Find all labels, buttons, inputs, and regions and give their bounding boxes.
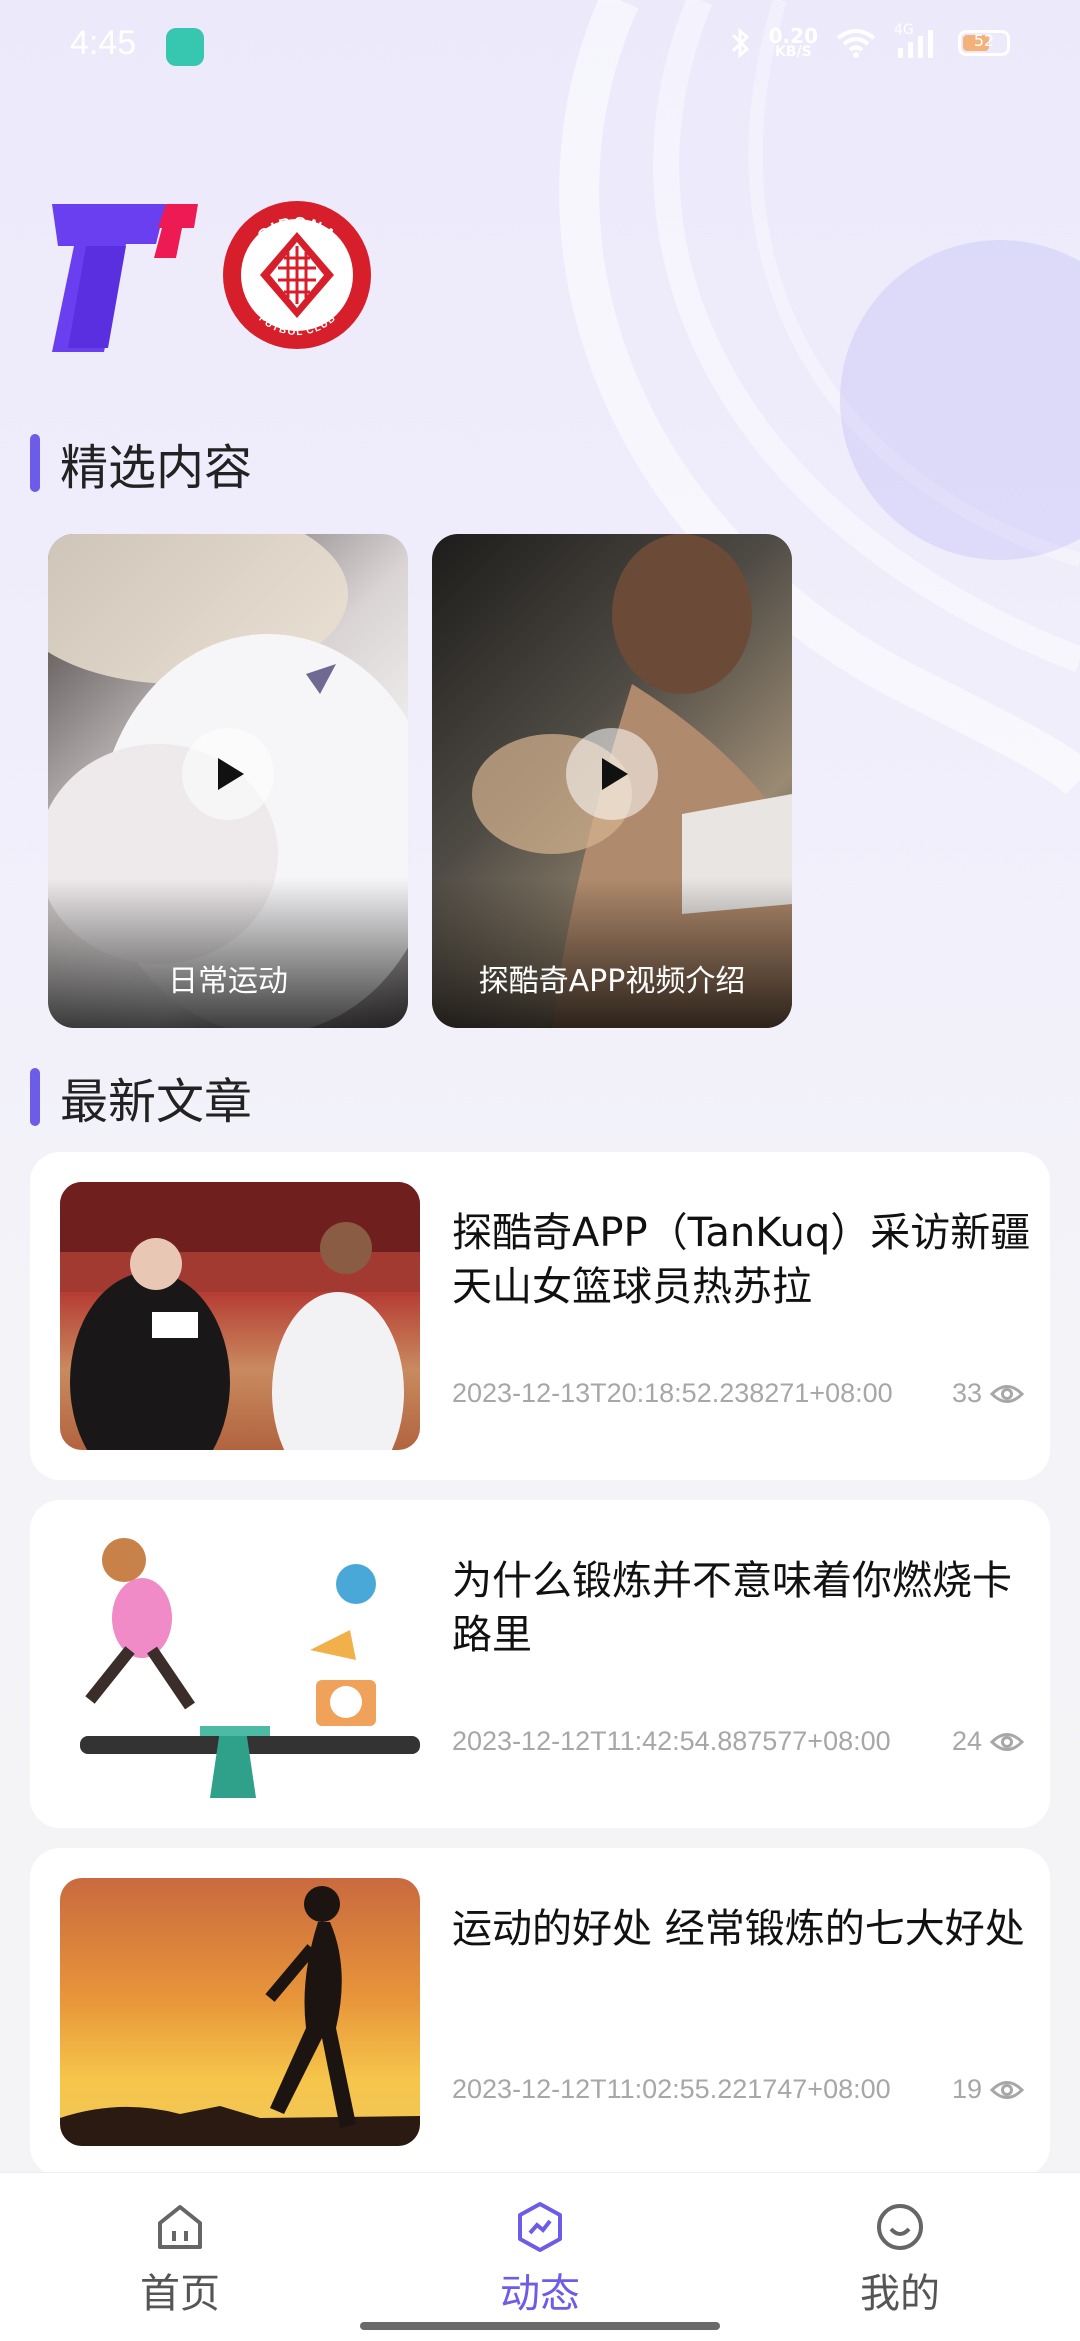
articles-section-title: 最新文章: [60, 1074, 253, 1130]
article-title: 运动的好处 经常锻炼的七大好处: [452, 1906, 1025, 1952]
smile-icon: [877, 2204, 923, 2250]
play-icon: [602, 758, 628, 790]
status-icons: 0.20 KB/S 4G 52: [729, 22, 1010, 60]
section-accent-bar: [30, 434, 40, 492]
article-timestamp: 2023-12-12T11:02:55.221747+08:00: [452, 2074, 891, 2104]
featured-section-title: 精选内容: [60, 440, 253, 496]
nav-mine[interactable]: 我的: [800, 2201, 1000, 2319]
girona-fc-logo: GIRONA FUTBOL CLUB: [223, 201, 371, 349]
article-views: 33: [952, 1378, 1024, 1409]
article-views: 19: [952, 2074, 1024, 2105]
status-bar: 4:45 0.20 KB/S 4G 52: [0, 0, 1080, 96]
section-accent-bar: [30, 1068, 40, 1126]
article-views: 24: [952, 1726, 1024, 1757]
nav-mine-label: 我的: [860, 2271, 940, 2317]
video-card-app-intro[interactable]: 探酷奇APP视频介绍: [432, 534, 792, 1028]
battery-icon: 52: [958, 30, 1010, 56]
play-button[interactable]: [566, 728, 658, 820]
nav-home[interactable]: 首页: [80, 2201, 280, 2319]
cellular-signal-icon: 4G: [894, 22, 940, 60]
article-thumbnail: [60, 1182, 420, 1450]
article-meta: 2023-12-13T20:18:52.238271+08:00 33: [452, 1378, 1024, 1409]
bottom-nav: 首页 动态 我的: [0, 2172, 1080, 2341]
home-icon: [158, 2205, 202, 2249]
tankuq-logo: [52, 204, 198, 352]
article-card[interactable]: 探酷奇APP（TanKuq）采访新疆天山女篮球员热苏拉 2023-12-13T2…: [30, 1152, 1050, 1480]
featured-section-header: 精选内容: [30, 428, 252, 498]
article-thumbnail: [60, 1530, 420, 1798]
article-title: 探酷奇APP（TanKuq）采访新疆天山女篮球员热苏拉: [452, 1210, 1031, 1310]
article-meta: 2023-12-12T11:42:54.887577+08:00 24: [452, 1726, 1024, 1757]
view-count: 19: [951, 2074, 982, 2104]
article-thumbnail: [60, 1878, 420, 2146]
article-card[interactable]: 运动的好处 经常锻炼的七大好处 2023-12-12T11:02:55.2217…: [30, 1848, 1050, 2176]
article-timestamp: 2023-12-13T20:18:52.238271+08:00: [452, 1378, 893, 1408]
wifi-icon: [836, 29, 876, 58]
eye-icon: [990, 2080, 1024, 2099]
play-button[interactable]: [182, 728, 274, 820]
view-count: 24: [951, 1726, 982, 1756]
video-caption: 探酷奇APP视频介绍: [478, 964, 746, 999]
activity-icon: [518, 2202, 562, 2252]
network-speed: 0.20 KB/S: [768, 24, 818, 60]
status-time: 4:45: [70, 24, 137, 62]
bluetooth-icon: [731, 27, 749, 59]
nav-dynamic-label: 动态: [500, 2271, 580, 2317]
nav-dynamic[interactable]: 动态: [440, 2201, 640, 2319]
eye-icon: [990, 1384, 1024, 1403]
articles-section-header: 最新文章: [30, 1062, 252, 1132]
eye-icon: [990, 1732, 1024, 1751]
article-card[interactable]: 为什么锻炼并不意味着你燃烧卡路里 2023-12-12T11:42:54.887…: [30, 1500, 1050, 1828]
article-timestamp: 2023-12-12T11:42:54.887577+08:00: [452, 1726, 891, 1756]
article-meta: 2023-12-12T11:02:55.221747+08:00 19: [452, 2074, 1024, 2105]
view-count: 33: [951, 1378, 982, 1408]
video-caption: 日常运动: [168, 964, 288, 999]
article-title: 为什么锻炼并不意味着你燃烧卡路里: [452, 1558, 1012, 1658]
home-indicator[interactable]: [360, 2322, 720, 2330]
play-icon: [218, 758, 244, 790]
nav-home-label: 首页: [140, 2271, 220, 2317]
video-card-daily-exercise[interactable]: 日常运动: [48, 534, 408, 1028]
notification-app-icon: [166, 28, 204, 66]
